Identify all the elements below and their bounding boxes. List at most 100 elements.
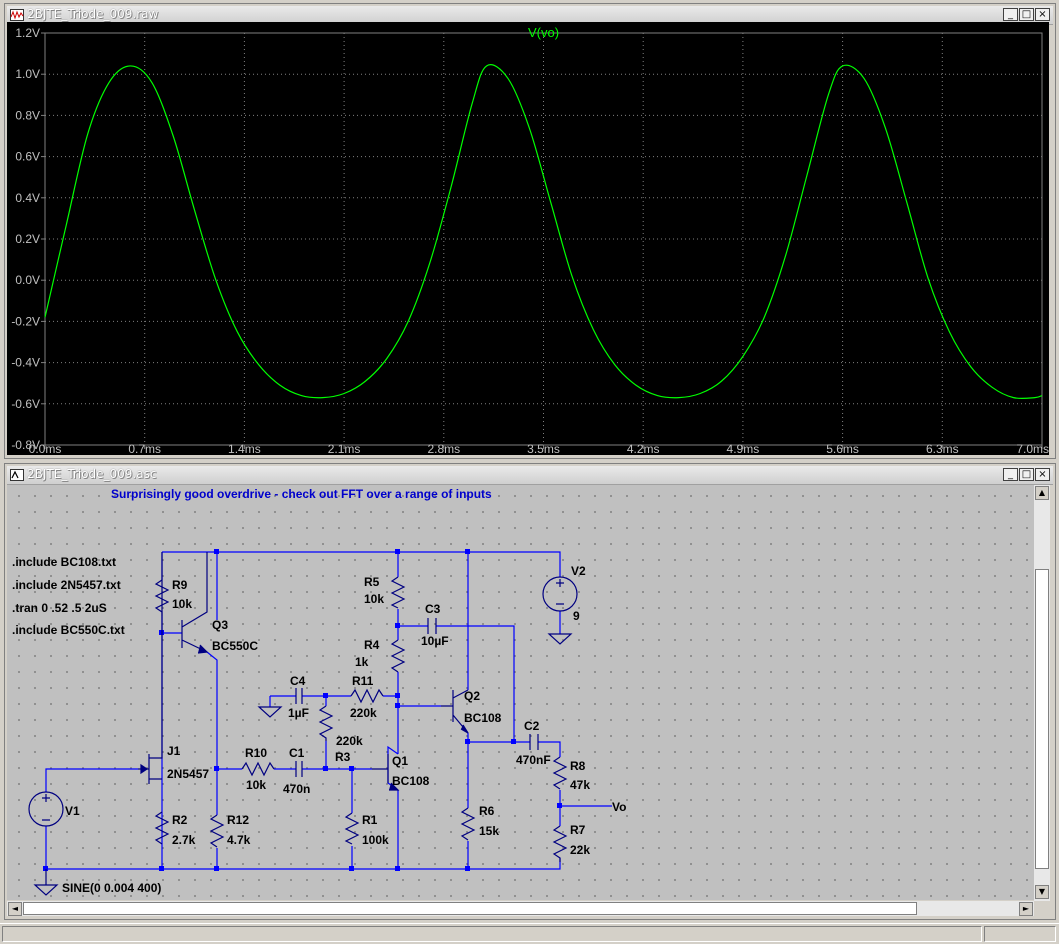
waveform-chart[interactable]: 1.2V 1.0V 0.8V 0.6V 0.4V 0.2V 0.0V -0.2V -0.4V -0… bbox=[7, 22, 1049, 456]
scroll-up-button[interactable]: ▲ bbox=[1035, 486, 1049, 500]
r10-value[interactable]: 10k bbox=[246, 778, 266, 792]
waveform-plot[interactable]: 1.2V 1.0V 0.8V 0.6V 0.4V 0.2V 0.0V -0.2V -0.4V -0… bbox=[7, 22, 1049, 456]
status-panel-main bbox=[2, 926, 982, 942]
r5-symbol bbox=[390, 576, 406, 609]
r1-symbol bbox=[344, 812, 360, 845]
c4-ref[interactable]: C4 bbox=[290, 674, 306, 688]
vertical-scrollbar[interactable]: ▲ ▼ bbox=[1034, 485, 1050, 901]
y-tick-label: 1.0V bbox=[15, 67, 40, 81]
r11-ref[interactable]: R11 bbox=[352, 674, 374, 688]
r3-symbol bbox=[318, 705, 334, 741]
q2-ref[interactable]: Q2 bbox=[464, 689, 480, 703]
schematic-titlebar[interactable]: 2BJTE_Triode_009.asc _ □ × bbox=[7, 466, 1053, 485]
directive-tran[interactable]: .tran 0 .52 .5 2uS bbox=[12, 601, 107, 615]
maximize-button[interactable]: □ bbox=[1019, 8, 1034, 21]
q1-ref[interactable]: Q1 bbox=[392, 754, 408, 768]
r10-ref[interactable]: R10 bbox=[245, 746, 267, 760]
maximize-button[interactable]: □ bbox=[1019, 468, 1034, 481]
close-button[interactable]: × bbox=[1035, 8, 1050, 21]
scroll-down-button[interactable]: ▼ bbox=[1035, 885, 1049, 899]
v2-ref[interactable]: V2 bbox=[571, 564, 586, 578]
x-tick-label: 4.9ms bbox=[727, 442, 760, 455]
y-tick-label: 0.4V bbox=[15, 191, 40, 205]
r7-value[interactable]: 22k bbox=[570, 843, 590, 857]
c1-value[interactable]: 470n bbox=[283, 782, 310, 796]
horizontal-scrollbar[interactable]: ◄ ► bbox=[7, 901, 1034, 916]
x-tick-label: 0.7ms bbox=[128, 442, 161, 455]
directive-include-bc108[interactable]: .include BC108.txt bbox=[12, 555, 116, 569]
v2-value[interactable]: 9 bbox=[573, 609, 580, 623]
v1-ref[interactable]: V1 bbox=[65, 804, 80, 818]
schematic-canvas[interactable]: Surprisingly good overdrive - check out … bbox=[7, 485, 1034, 900]
y-tick-label: 0.8V bbox=[15, 108, 40, 122]
r12-symbol bbox=[209, 814, 225, 848]
r6-ref[interactable]: R6 bbox=[479, 804, 495, 818]
y-tick-label: 0.0V bbox=[15, 273, 40, 287]
directive-include-2n5457[interactable]: .include 2N5457.txt bbox=[12, 578, 121, 592]
j1-value[interactable]: 2N5457 bbox=[167, 767, 209, 781]
r4-value[interactable]: 1k bbox=[355, 655, 369, 669]
q3-ref[interactable]: Q3 bbox=[212, 618, 228, 632]
q2-value[interactable]: BC108 bbox=[464, 711, 502, 725]
q1-symbol bbox=[372, 754, 389, 783]
c3-symbol bbox=[427, 618, 437, 634]
waveform-file-icon bbox=[10, 9, 24, 21]
j1-ref[interactable]: J1 bbox=[167, 744, 181, 758]
r11-value[interactable]: 220k bbox=[350, 706, 377, 720]
plot-frame bbox=[44, 32, 1043, 446]
c2-value[interactable]: 470nF bbox=[516, 753, 551, 767]
trace-v-vo[interactable] bbox=[44, 64, 1043, 400]
close-button[interactable]: × bbox=[1035, 468, 1050, 481]
r3-ref[interactable]: R3 bbox=[335, 750, 351, 764]
r7-ref[interactable]: R7 bbox=[570, 823, 586, 837]
minimize-button[interactable]: _ bbox=[1003, 8, 1018, 21]
r2-value[interactable]: 2.7k bbox=[172, 833, 196, 847]
c2-symbol bbox=[529, 734, 539, 750]
c1-ref[interactable]: C1 bbox=[289, 746, 305, 760]
c4-value[interactable]: 1µF bbox=[288, 706, 309, 720]
r12-ref[interactable]: R12 bbox=[227, 813, 249, 827]
chart-title[interactable]: V(vo) bbox=[528, 25, 559, 40]
minimize-button[interactable]: _ bbox=[1003, 468, 1018, 481]
schematic-drawing[interactable]: Surprisingly good overdrive - check out … bbox=[7, 485, 1034, 900]
x-tick-label: 1.4ms bbox=[228, 442, 261, 455]
r9-value[interactable]: 10k bbox=[172, 597, 192, 611]
x-tick-label: 7.0ms bbox=[1016, 442, 1049, 455]
x-tick-label: 5.6ms bbox=[826, 442, 859, 455]
r8-ref[interactable]: R8 bbox=[570, 759, 586, 773]
r1-ref[interactable]: R1 bbox=[362, 813, 378, 827]
c1-symbol bbox=[295, 761, 303, 777]
scroll-left-button[interactable]: ◄ bbox=[8, 902, 22, 916]
r1-value[interactable]: 100k bbox=[362, 833, 389, 847]
net-label-vo[interactable]: Vo bbox=[612, 800, 626, 814]
y-tick-label: 1.2V bbox=[15, 26, 40, 40]
r5-value[interactable]: 10k bbox=[364, 592, 384, 606]
r6-value[interactable]: 15k bbox=[479, 824, 499, 838]
r8-value[interactable]: 47k bbox=[570, 778, 590, 792]
c3-value[interactable]: 10µF bbox=[421, 634, 449, 648]
y-tick-label: -0.6V bbox=[11, 397, 40, 411]
r9-ref[interactable]: R9 bbox=[172, 578, 188, 592]
q1-value[interactable]: BC108 bbox=[392, 774, 430, 788]
scroll-right-button[interactable]: ► bbox=[1019, 902, 1033, 916]
y-tick-label: -0.2V bbox=[11, 314, 40, 328]
r4-ref[interactable]: R4 bbox=[364, 638, 380, 652]
y-tick-label: -0.4V bbox=[11, 356, 40, 370]
v1-value[interactable]: SINE(0 0.004 400) bbox=[62, 881, 161, 895]
vertical-scroll-thumb[interactable] bbox=[1035, 569, 1049, 869]
y-tick-label: 0.6V bbox=[15, 150, 40, 164]
r2-ref[interactable]: R2 bbox=[172, 813, 188, 827]
r3-value[interactable]: 220k bbox=[336, 734, 363, 748]
r12-value[interactable]: 4.7k bbox=[227, 833, 251, 847]
schematic-comment[interactable]: Surprisingly good overdrive - check out … bbox=[111, 487, 492, 501]
wires[interactable] bbox=[45, 551, 612, 870]
directive-include-bc550c[interactable]: .include BC550C.txt bbox=[12, 623, 125, 637]
c2-ref[interactable]: C2 bbox=[524, 719, 540, 733]
r5-ref[interactable]: R5 bbox=[364, 575, 380, 589]
schematic-window-title: 2BJTE_Triode_009.asc bbox=[27, 467, 157, 481]
horizontal-scroll-thumb[interactable] bbox=[23, 902, 917, 915]
x-tick-label: 4.2ms bbox=[627, 442, 660, 455]
x-tick-label: 6.3ms bbox=[926, 442, 959, 455]
q3-value[interactable]: BC550C bbox=[212, 639, 258, 653]
c3-ref[interactable]: C3 bbox=[425, 602, 441, 616]
